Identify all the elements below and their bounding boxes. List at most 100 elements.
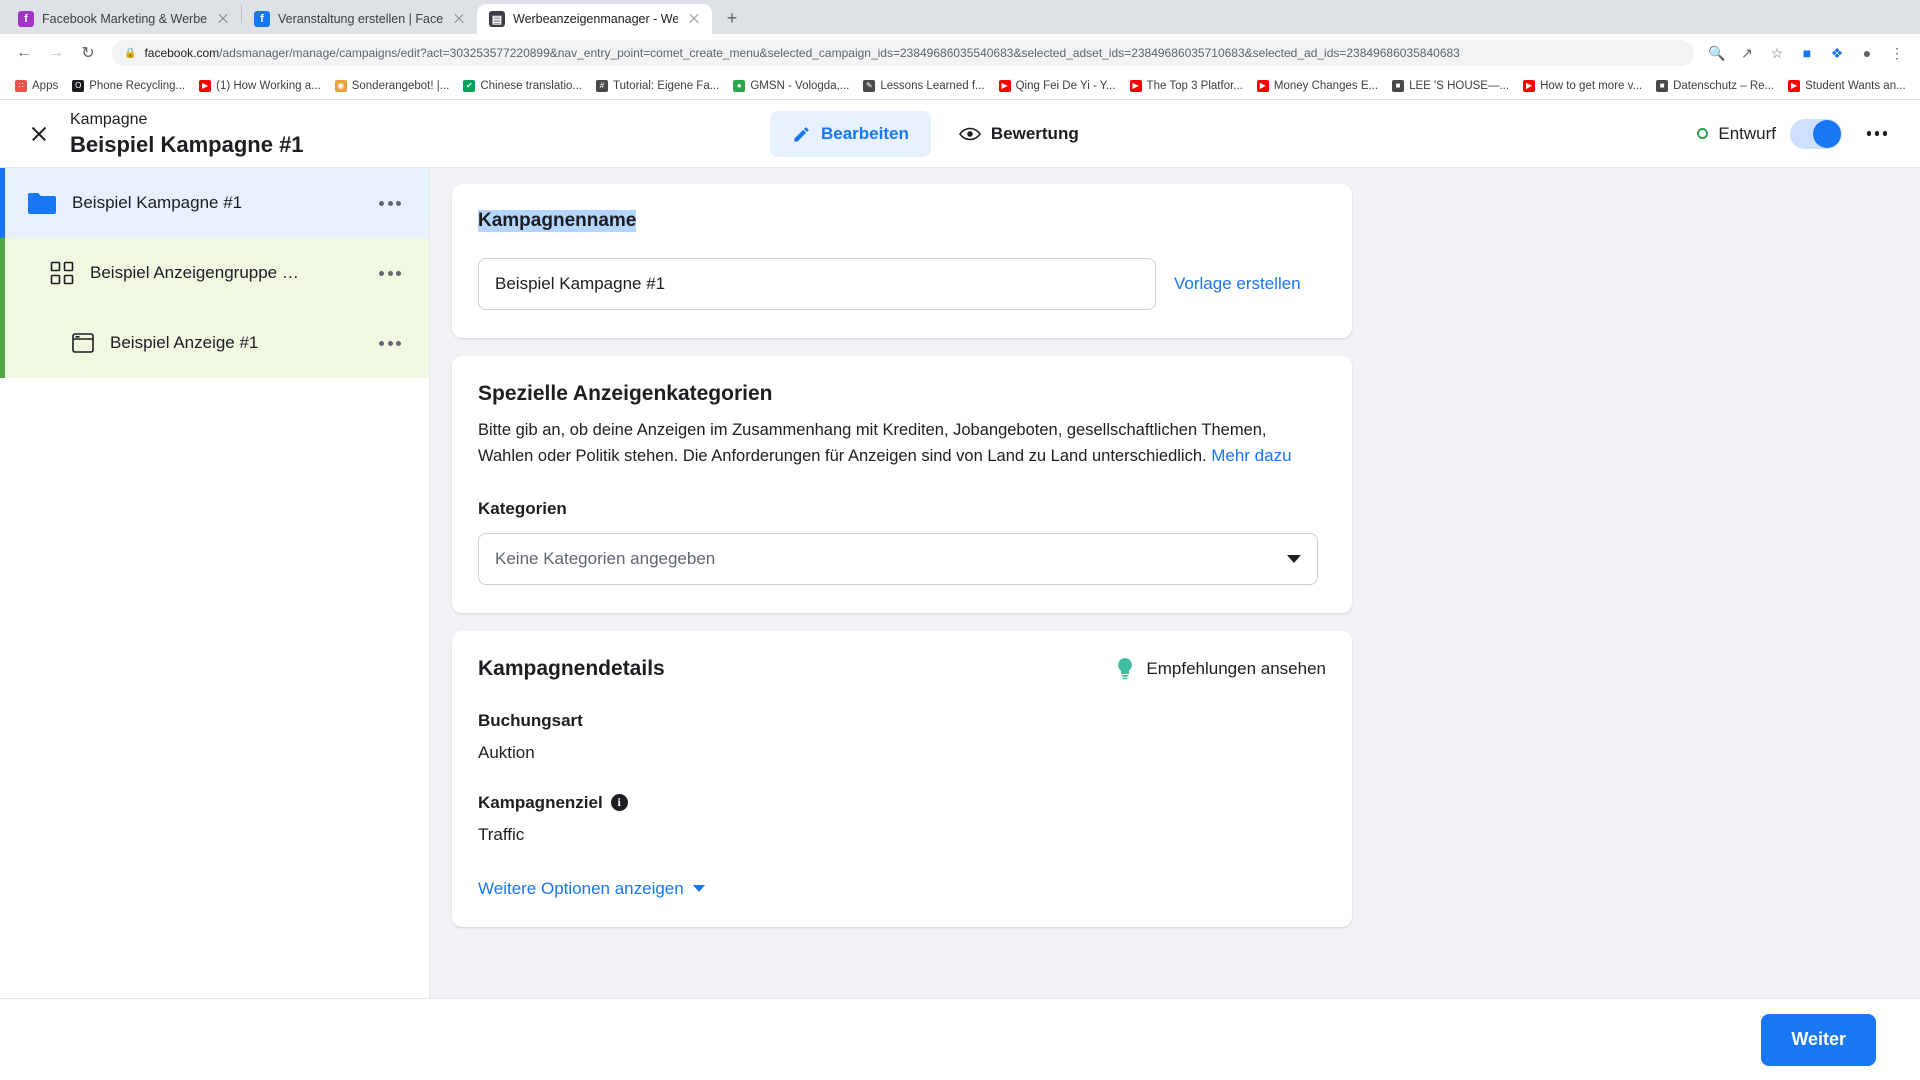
- campaign-name-card: Kampagnenname Beispiel Kampagne #1 Vorla…: [452, 184, 1352, 338]
- bookmark-favicon: ✎: [863, 79, 876, 92]
- star-icon[interactable]: ☆: [1764, 40, 1790, 66]
- bookmark-item[interactable]: O Phone Recycling...: [65, 75, 192, 97]
- bookmark-label: GMSN - Vologda,...: [750, 79, 850, 92]
- view-recommendations-button[interactable]: Empfehlungen ansehen: [1116, 657, 1326, 680]
- bookmarks-bar: ∷ Apps O Phone Recycling... ▶ (1) How Worki…: [0, 72, 1920, 100]
- next-button[interactable]: Weiter: [1761, 1013, 1876, 1066]
- browser-tab[interactable]: f Veranstaltung erstellen | Faceb: [242, 4, 477, 34]
- facebook-ext-icon[interactable]: ■: [1794, 40, 1820, 66]
- bookmark-favicon: ■: [1392, 79, 1405, 92]
- browser-toolbar: ← → ↻ 🔒 facebook.com/adsmanager/manage/c…: [0, 34, 1920, 72]
- share-icon[interactable]: ↗: [1734, 40, 1760, 66]
- special-ad-categories-card: Spezielle Anzeigenkategorien Bitte gib a…: [452, 356, 1352, 613]
- tab-bewertung[interactable]: Bewertung: [937, 111, 1101, 157]
- facebook-marketing-favicon: f: [18, 11, 34, 27]
- campaign-tree-sidebar: Beispiel Kampagne #1 Beispiel Anzeigengr…: [0, 168, 430, 998]
- bookmark-item[interactable]: ▶ The Top 3 Platfor...: [1123, 75, 1250, 97]
- status-badge: Entwurf: [1697, 124, 1776, 144]
- campaign-details-card: Kampagnendetails Empfehlungen ansehen Bu…: [452, 630, 1352, 927]
- back-icon[interactable]: ←: [10, 39, 38, 67]
- campaign-name-label: Kampagnenname: [478, 210, 637, 232]
- bookmark-favicon: O: [72, 79, 85, 92]
- categories-select[interactable]: Keine Kategorien angegeben: [478, 532, 1318, 585]
- bookmark-item[interactable]: ✎ Lessons Learned f...: [856, 75, 991, 97]
- youtube-icon: ▶: [1788, 79, 1801, 92]
- sidebar-item-adset[interactable]: Beispiel Anzeigengruppe …: [0, 238, 429, 308]
- bookmark-label: (1) How Working a...: [216, 79, 321, 92]
- status-toggle[interactable]: [1790, 118, 1842, 149]
- bookmark-item[interactable]: ▶ Student Wants an...: [1781, 75, 1913, 97]
- bookmark-item[interactable]: ■ LEE 'S HOUSE—...: [1385, 75, 1516, 97]
- bookmark-favicon: ✔: [463, 79, 476, 92]
- forward-icon[interactable]: →: [42, 39, 70, 67]
- new-tab-button[interactable]: +: [718, 4, 746, 32]
- learn-more-link[interactable]: Mehr dazu: [1211, 446, 1291, 465]
- bookmark-item[interactable]: ▶ Money Changes E...: [1250, 75, 1385, 97]
- zoom-icon[interactable]: 🔍: [1704, 40, 1730, 66]
- bookmark-item[interactable]: ● GMSN - Vologda,...: [726, 75, 856, 97]
- sidebar-item-campaign[interactable]: Beispiel Kampagne #1: [0, 168, 429, 238]
- browser-window: f Facebook Marketing & Werbea f Veransta…: [0, 0, 1920, 1080]
- create-template-link[interactable]: Vorlage erstellen: [1174, 274, 1301, 294]
- main-panel: Kampagnenname Beispiel Kampagne #1 Vorla…: [430, 168, 1920, 998]
- more-options-button[interactable]: [1856, 113, 1898, 155]
- campaign-name-input[interactable]: Beispiel Kampagne #1: [478, 258, 1156, 310]
- close-icon[interactable]: [451, 11, 467, 27]
- status-label: Entwurf: [1718, 123, 1776, 143]
- browser-tab-active[interactable]: ▤ Werbeanzeigenmanager - We: [477, 4, 712, 34]
- more-options-label: Weitere Optionen anzeigen: [478, 878, 684, 898]
- bookmark-favicon: ◉: [334, 79, 347, 92]
- categories-select-value: Keine Kategorien angegeben: [495, 548, 716, 568]
- campaign-details-title: Kampagnendetails: [478, 656, 665, 680]
- page-title: Beispiel Kampagne #1: [70, 131, 304, 157]
- bookmark-item[interactable]: ▶(2) How To Add A...: [1913, 75, 1920, 97]
- close-icon[interactable]: [22, 117, 56, 151]
- bookmark-label: Tutorial: Eigene Fa...: [612, 79, 720, 92]
- address-text: facebook.com/adsmanager/manage/campaigns…: [144, 46, 1459, 60]
- tab-bearbeiten[interactable]: Bearbeiten: [770, 111, 931, 157]
- row-menu-button[interactable]: [373, 186, 407, 220]
- info-icon[interactable]: i: [610, 794, 628, 811]
- bookmark-item[interactable]: # Tutorial: Eigene Fa...: [589, 75, 726, 97]
- reload-icon[interactable]: ↻: [74, 39, 102, 67]
- chevron-down-icon: [1287, 554, 1301, 563]
- address-host: facebook.com: [144, 46, 220, 60]
- main-scroll-area[interactable]: Kampagnenname Beispiel Kampagne #1 Vorla…: [430, 184, 1920, 927]
- browser-tab[interactable]: f Facebook Marketing & Werbea: [6, 4, 241, 34]
- puzzle-icon[interactable]: ❖: [1824, 40, 1850, 66]
- row-menu-button[interactable]: [373, 256, 407, 290]
- row-menu-button[interactable]: [373, 326, 407, 360]
- show-more-options-button[interactable]: Weitere Optionen anzeigen: [478, 879, 1326, 899]
- bookmark-label: Qing Fei De Yi - Y...: [1015, 79, 1116, 92]
- booking-type-value: Auktion: [478, 742, 535, 762]
- bookmark-item[interactable]: ■ Datenschutz – Re...: [1649, 75, 1781, 97]
- bookmark-item[interactable]: ▶ Qing Fei De Yi - Y...: [992, 75, 1123, 97]
- youtube-icon: ▶: [1523, 79, 1536, 92]
- bookmark-label: Apps: [32, 79, 59, 92]
- special-categories-description: Bitte gib an, ob deine Anzeigen im Zusam…: [478, 418, 1308, 469]
- objective-text: Kampagnenziel: [478, 792, 603, 812]
- bookmark-item[interactable]: ◉ Sonderangebot! |...: [328, 75, 457, 97]
- booking-type-text: Buchungsart: [478, 710, 583, 730]
- tab-label: Bearbeiten: [821, 124, 909, 143]
- bookmark-label: The Top 3 Platfor...: [1146, 79, 1243, 92]
- bookmark-item[interactable]: ▶ (1) How Working a...: [192, 75, 328, 97]
- close-icon[interactable]: [215, 11, 231, 27]
- tab-title: Facebook Marketing & Werbea: [42, 12, 207, 26]
- status-dot-icon: [1697, 128, 1709, 139]
- tab-title: Veranstaltung erstellen | Faceb: [278, 12, 443, 26]
- address-bar[interactable]: 🔒 facebook.com/adsmanager/manage/campaig…: [112, 40, 1694, 66]
- header-right: Entwurf: [1697, 113, 1898, 155]
- close-icon[interactable]: [686, 11, 702, 27]
- selection-bar: [0, 168, 5, 238]
- bookmark-item[interactable]: ✔ Chinese translatio...: [456, 75, 589, 97]
- ads-manager-app: Kampagne Beispiel Kampagne #1 Bearbeiten…: [0, 100, 1920, 1080]
- browser-menu-icon[interactable]: ⋮: [1884, 40, 1910, 66]
- profile-icon[interactable]: ●: [1854, 40, 1880, 66]
- description-text: Bitte gib an, ob deine Anzeigen im Zusam…: [478, 421, 1267, 465]
- lock-icon: 🔒: [124, 47, 137, 59]
- bookmark-item[interactable]: ▶ How to get more v...: [1516, 75, 1649, 97]
- selection-bar: [0, 308, 5, 378]
- bookmark-item[interactable]: ∷ Apps: [8, 75, 65, 97]
- sidebar-item-ad[interactable]: Beispiel Anzeige #1: [0, 308, 429, 378]
